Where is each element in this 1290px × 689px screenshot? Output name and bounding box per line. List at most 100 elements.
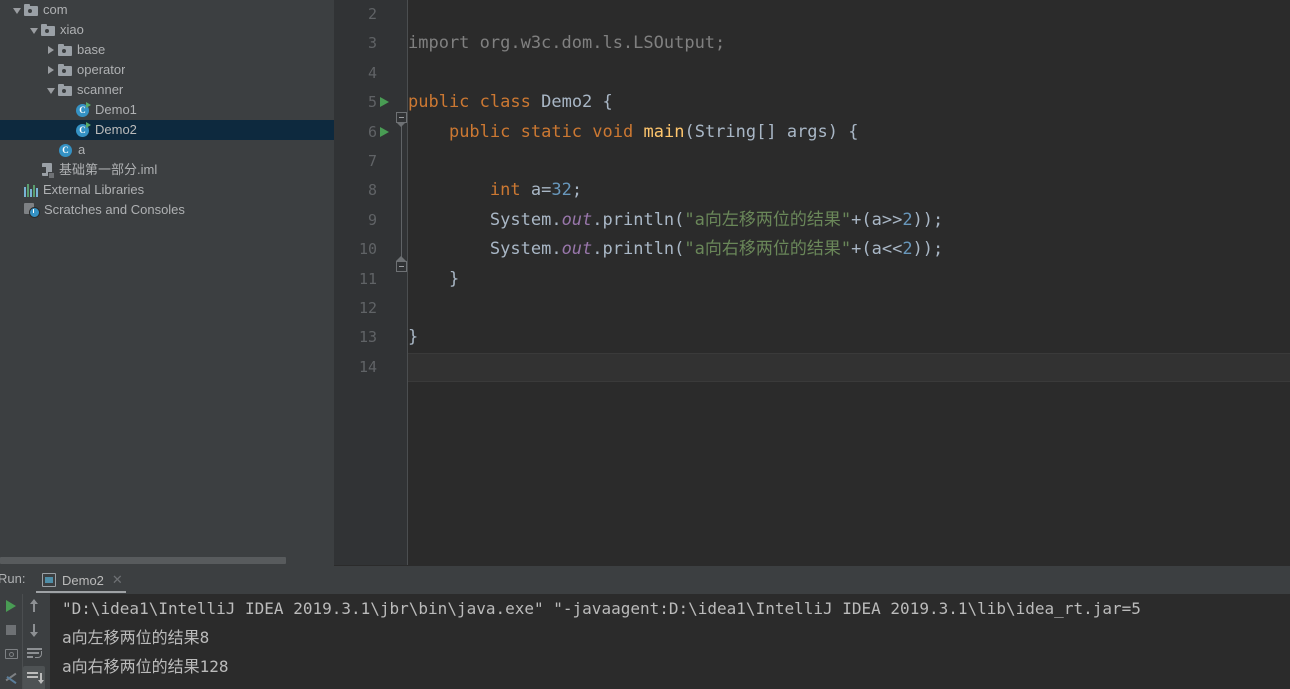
fold-collapse-top-icon[interactable]	[396, 112, 407, 127]
tree-item-xiao[interactable]: xiao	[0, 20, 334, 40]
run-tab-demo2[interactable]: Demo2 ✕	[36, 568, 129, 592]
rerun-icon	[6, 600, 16, 612]
gutter-line-number: 7	[367, 151, 377, 170]
code-line[interactable]: }	[408, 265, 1290, 294]
close-icon[interactable]: ✕	[112, 572, 123, 588]
twisty[interactable]	[27, 20, 41, 40]
code-token: (	[684, 121, 695, 142]
code-token: }	[408, 327, 419, 348]
tree-item-Scratches and Consoles[interactable]: Scratches and Consoles	[0, 200, 334, 220]
code-line[interactable]: public class Demo2 {	[408, 88, 1290, 117]
tree-item-label: Demo1	[95, 102, 137, 117]
code-line[interactable]: System.out.println("a向右移两位的结果"+(a<<2));	[408, 235, 1290, 264]
code-token: out	[561, 209, 593, 230]
project-tree[interactable]: com xiao base operator scanner C Demo1 C Demo2 Ca…	[0, 0, 334, 220]
scroll-to-end-button[interactable]	[23, 666, 45, 689]
tree-item-label: a	[78, 142, 86, 157]
tree-item-operator[interactable]: operator	[0, 60, 334, 80]
tree-item-Demo1[interactable]: C Demo1	[0, 100, 334, 120]
gutter-line-number: 8	[367, 181, 377, 200]
screenshot-button[interactable]	[0, 642, 22, 666]
code-line[interactable]: System.out.println("a向左移两位的结果"+(a>>2));	[408, 206, 1290, 235]
next-occurrence-button[interactable]	[23, 618, 45, 642]
package-folder-icon	[24, 4, 38, 16]
code-token: .	[551, 209, 562, 230]
code-token: ;	[571, 180, 583, 201]
code-line[interactable]: int a=32;	[408, 176, 1290, 205]
tree-item-label: Demo2	[95, 122, 137, 137]
project-tool-window[interactable]: com xiao base operator scanner C Demo1 C Demo2 Ca…	[0, 0, 334, 556]
soft-wrap-icon	[26, 648, 42, 660]
twisty[interactable]	[44, 40, 58, 60]
code-line[interactable]: }	[408, 323, 1290, 352]
chevron-right-icon[interactable]	[48, 46, 54, 54]
gutter-line-number: 5	[334, 88, 389, 117]
tree-item-label: com	[43, 2, 68, 17]
arrow-down-icon	[28, 622, 40, 638]
console-output[interactable]: "D:\idea1\IntelliJ IDEA 2019.3.1\jbr\bin…	[50, 594, 1290, 689]
chevron-right-icon[interactable]	[48, 66, 54, 74]
twisty[interactable]	[10, 0, 24, 20]
tree-item-基础第一部分.iml[interactable]: 基础第一部分.iml	[0, 160, 334, 180]
chevron-down-icon[interactable]	[47, 88, 55, 94]
code-token: .println(	[592, 239, 685, 260]
rerun-button[interactable]	[0, 594, 22, 618]
arrow-up-icon	[28, 598, 40, 614]
tree-item-base[interactable]: base	[0, 40, 334, 60]
code-token: "a向左移两位的结果"	[684, 209, 852, 230]
code-line[interactable]: public static void main(String[] args) {	[408, 118, 1290, 147]
code-line[interactable]: import org.w3c.dom.ls.LSOutput;	[408, 29, 1290, 58]
tree-item-scanner[interactable]: scanner	[0, 80, 334, 100]
fold-collapse-bottom-icon[interactable]	[396, 256, 407, 272]
code-token: a=	[520, 180, 552, 201]
current-line-highlight	[408, 352, 1290, 383]
package-folder-icon	[58, 84, 72, 96]
tree-item-label: base	[77, 42, 106, 57]
run-gutter-icon[interactable]	[380, 126, 389, 137]
gutter-line-number: 2	[367, 5, 377, 23]
stop-button[interactable]	[0, 618, 22, 642]
chevron-down-icon[interactable]	[30, 28, 38, 34]
code-line[interactable]	[408, 59, 1290, 88]
twisty[interactable]	[44, 80, 58, 100]
code-line[interactable]	[408, 0, 1290, 29]
run-gutter-icon[interactable]	[380, 97, 389, 108]
run-actions-toolbar[interactable]	[0, 594, 22, 689]
code-line[interactable]	[408, 147, 1290, 176]
gutter-line-number: 10	[358, 240, 377, 259]
chevron-down-icon[interactable]	[13, 8, 21, 14]
run-tab-active-underline	[36, 591, 126, 593]
scrollbar-thumb[interactable]	[0, 557, 286, 564]
code-token: .	[551, 239, 562, 260]
run-tab-label: Demo2	[62, 572, 104, 588]
scroll-to-end-icon	[26, 672, 44, 684]
code-line[interactable]	[408, 352, 1290, 383]
package-folder-icon	[41, 24, 55, 36]
code-folding-strip[interactable]	[396, 0, 408, 566]
settings-button[interactable]	[0, 666, 22, 689]
console-actions-toolbar[interactable]	[23, 594, 49, 689]
code-token: 2	[902, 209, 913, 230]
package-folder-icon	[58, 64, 72, 76]
code-line[interactable]	[408, 294, 1290, 323]
project-horizontal-scrollbar[interactable]	[0, 556, 334, 566]
gutter-line-number: 12	[358, 298, 377, 317]
tree-item-com[interactable]: com	[0, 0, 334, 20]
tree-item-Demo2[interactable]: C Demo2	[0, 120, 334, 140]
tree-item-label: operator	[77, 62, 126, 77]
tree-item-External Libraries[interactable]: External Libraries	[0, 180, 334, 200]
soft-wrap-button[interactable]	[23, 642, 45, 666]
camera-icon	[4, 649, 18, 659]
intellij-idea-window: com xiao base operator scanner C Demo1 C Demo2 Ca…	[0, 0, 1290, 689]
code-editor[interactable]: 2 3 4 5 6 7 8 9 10 11 12 13 14 import org.w3c.dom.ls…	[334, 0, 1290, 566]
tree-item-a[interactable]: Ca	[0, 140, 334, 160]
code-token: String	[694, 121, 757, 142]
twisty[interactable]	[44, 60, 58, 80]
code-text-area[interactable]: import org.w3c.dom.ls.LSOutput; public cl…	[396, 0, 1290, 566]
run-tool-window-header: Run: Demo2 ✕	[0, 566, 1290, 594]
prev-occurrence-button[interactable]	[23, 594, 45, 618]
